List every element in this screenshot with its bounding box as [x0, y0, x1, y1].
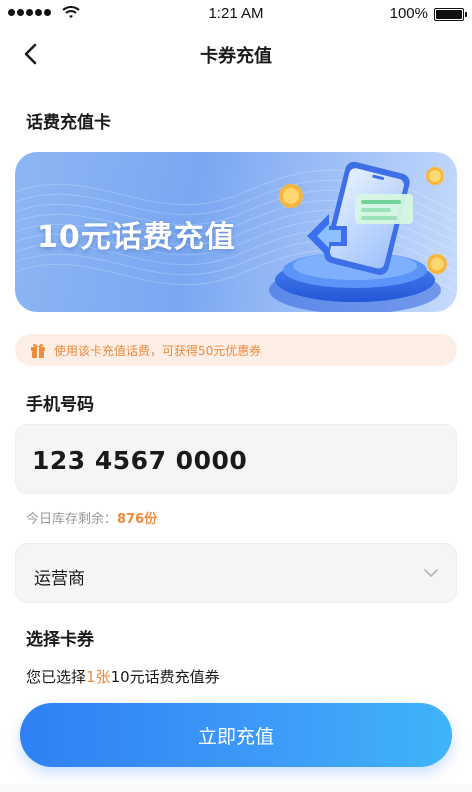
phone-label: 手机号码: [26, 395, 94, 415]
gift-icon: [31, 343, 45, 358]
phone-field[interactable]: [15, 424, 457, 494]
carrier-select[interactable]: 运营商: [15, 543, 457, 603]
nav-bar: 卡券充值: [0, 30, 472, 78]
battery-percent: 100%: [389, 5, 428, 22]
recharge-card-banner[interactable]: 10元话费充值: [15, 152, 457, 312]
card-section-title: 话费充值卡: [26, 113, 111, 133]
battery-icon: [434, 8, 467, 21]
stock-label: 今日库存剩余：: [26, 512, 118, 527]
coupon-tip: 使用该卡充值话费，可获得50元优惠券: [15, 334, 457, 366]
selection-suffix: 10元话费充值券: [110, 668, 220, 686]
stock-info: 今日库存剩余：876份: [26, 508, 157, 527]
phone-input[interactable]: [32, 439, 442, 481]
tip-text: 使用该卡充值话费，可获得50元优惠券: [54, 344, 262, 358]
selection-prefix: 您已选择: [26, 668, 87, 686]
bottom-safe-area: [0, 784, 472, 792]
chevron-down-icon: [424, 569, 438, 577]
carrier-label: 运营商: [34, 569, 85, 589]
status-bar: 1:21 AM 100%: [0, 0, 472, 28]
phone-recharge-illustration: [269, 161, 447, 312]
banner-title: 10元话费充值: [37, 220, 236, 255]
selection-summary: 您已选择1张10元话费充值券: [26, 666, 220, 687]
stock-value: 876份: [117, 512, 158, 527]
selection-count: 1张: [86, 668, 111, 686]
recharge-button[interactable]: 立即充值: [20, 703, 452, 767]
coupon-section-title: 选择卡券: [26, 630, 94, 650]
page-title: 卡券充值: [200, 46, 272, 67]
